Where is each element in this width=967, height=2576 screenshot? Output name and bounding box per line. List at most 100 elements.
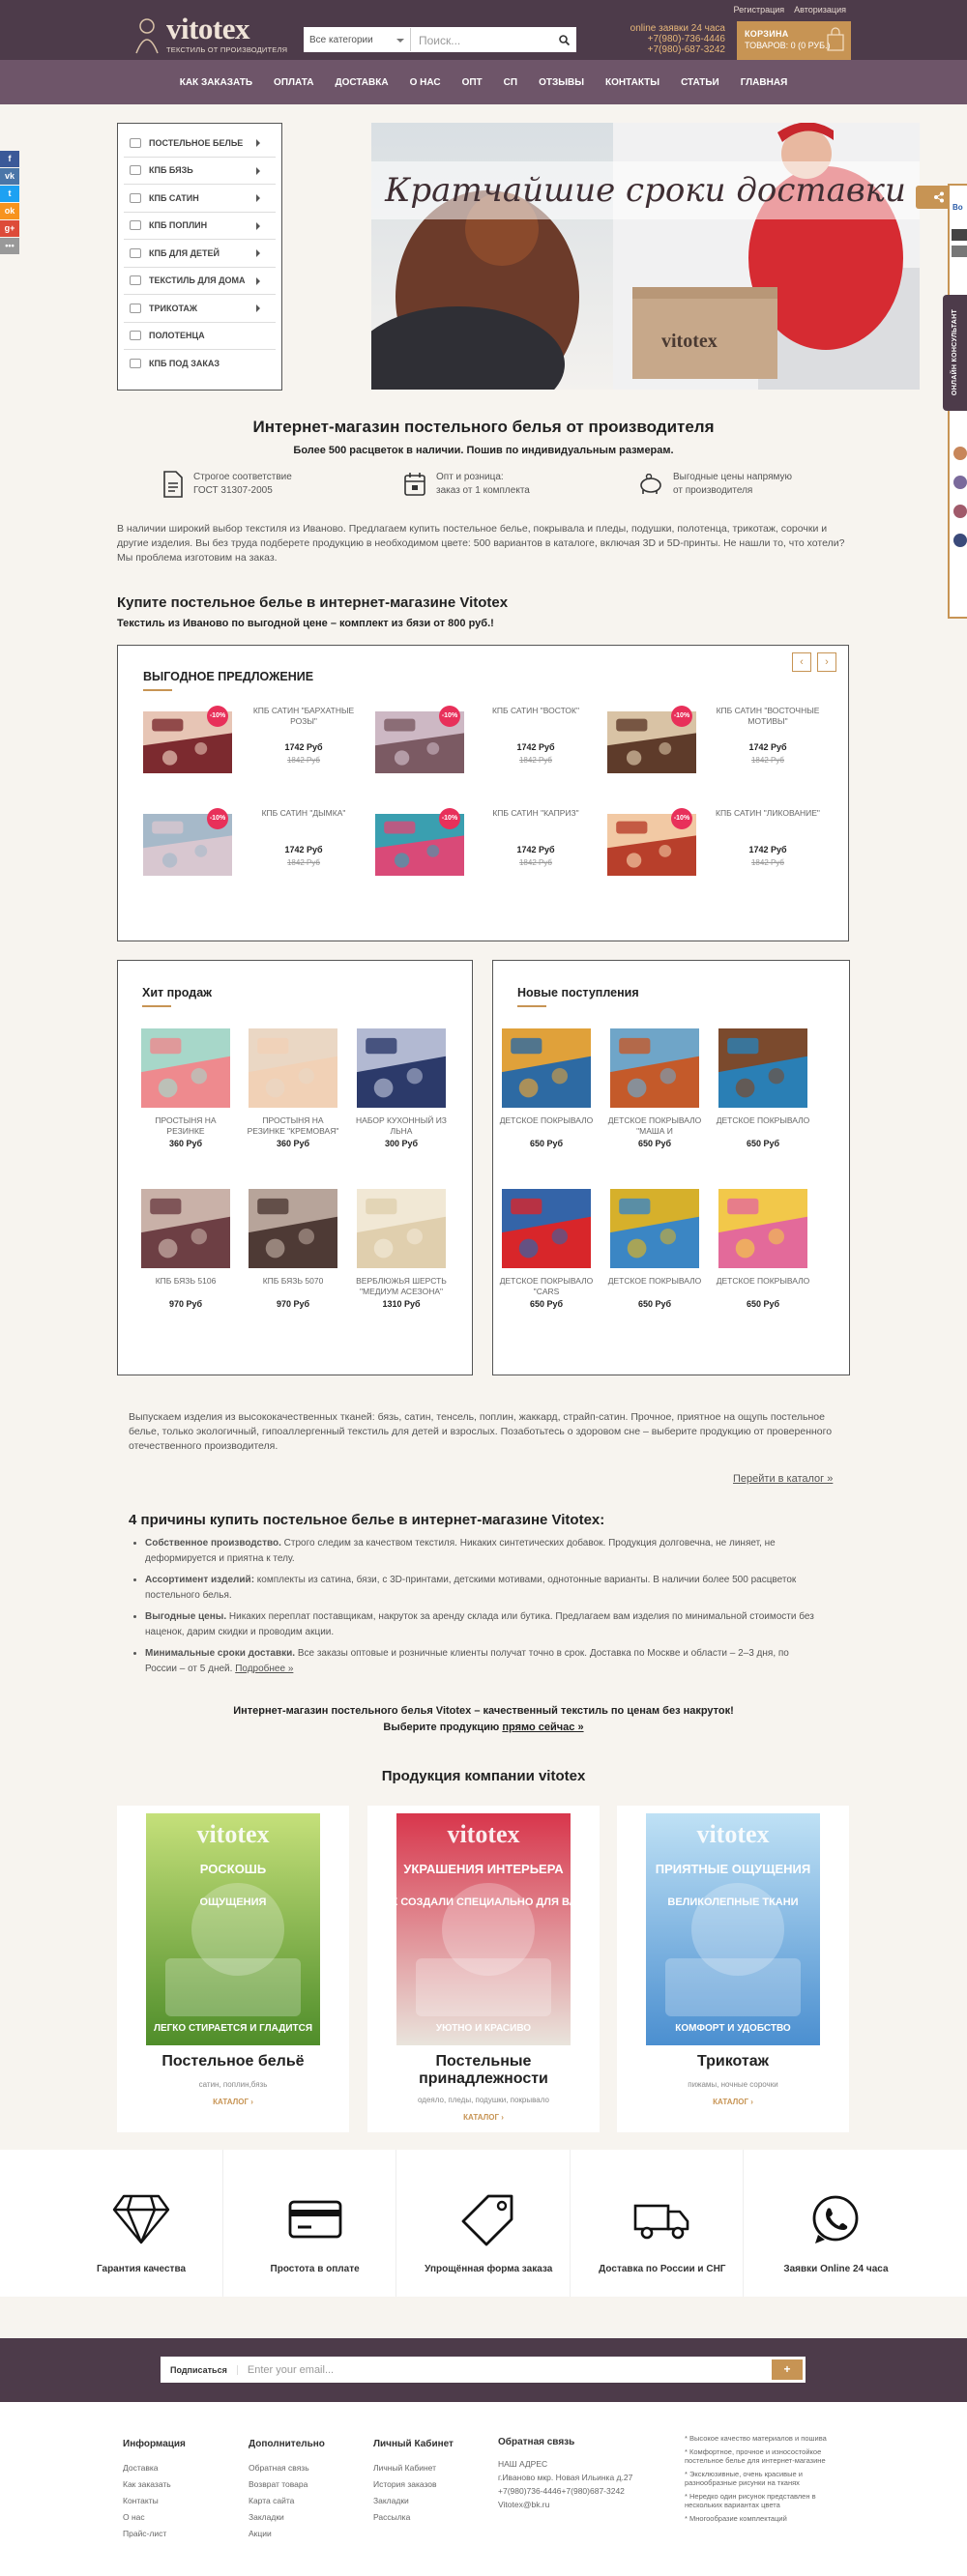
product-image[interactable] [718,1189,807,1268]
catalog-menu-item[interactable]: КПБ ПОД ЗАКАЗ [124,350,276,378]
social-share-button[interactable]: f [0,151,19,167]
search-button[interactable] [552,28,575,51]
email-input[interactable]: Enter your email... [238,2364,772,2376]
social-share-button[interactable]: ••• [0,238,19,254]
online-consultant-tab[interactable]: ОНЛАЙН КОНСУЛЬТАНТ [943,295,967,411]
product-card[interactable]: ДЕТСКОЕ ПОКРЫВАЛО 650 Руб [715,1028,811,1183]
nav-item[interactable]: СП [502,77,519,88]
footer-link[interactable]: История заказов [373,2476,454,2493]
category-catalog-link[interactable]: КАТАЛОГ › [617,2098,849,2106]
footer-link[interactable]: Возврат товара [249,2476,325,2493]
product-name[interactable]: КПБ САТИН "ВОСТОЧНЫЕ МОТИВЫ" [714,706,822,727]
product-card[interactable]: ПРОСТЫНЯ НА РЕЗИНКЕ 360 Руб [137,1028,234,1183]
reasons-more-link[interactable]: Подробнее » [235,1664,293,1674]
product-name[interactable]: ПРОСТЫНЯ НА РЕЗИНКЕ [137,1115,234,1137]
offer-prev-button[interactable]: ‹ [792,652,811,672]
product-card[interactable]: ПРОСТЫНЯ НА РЕЗИНКЕ "КРЕМОВАЯ" 360 Руб [245,1028,341,1183]
social-share-button[interactable]: vk [0,168,19,185]
product-name[interactable]: КПБ БЯЗЬ 5106 [137,1276,234,1287]
social-share-button[interactable]: g+ [0,220,19,237]
search-input[interactable]: Поиск... [411,28,552,51]
product-card[interactable]: ВЕРБЛЮЖЬЯ ШЕРСТЬ "МЕДИУМ АСЕЗОНА" 1310 Ру… [353,1189,450,1344]
product-image[interactable] [718,1028,807,1108]
offer-product[interactable]: -10% КПБ САТИН "ВОСТОК" 1742 Руб 1842 Руб [375,706,593,793]
product-card[interactable]: ДЕТСКОЕ ПОКРЫВАЛО 650 Руб [606,1189,703,1344]
footer-link[interactable]: Как заказать [123,2476,186,2493]
product-name[interactable]: ДЕТСКОЕ ПОКРЫВАЛО [498,1115,595,1126]
category-card[interactable]: vitotex РОСКОШЬ ОЩУЩЕНИЯ ЛЕГКО СТИРАЕТСЯ И … [117,1806,349,2132]
search-category-select[interactable]: Все категории [305,28,411,51]
product-name[interactable]: КПБ САТИН "ДЫМКА" [249,808,358,819]
product-name[interactable]: КПБ САТИН "БАРХАТНЫЕ РОЗЫ" [249,706,358,727]
product-card[interactable]: НАБОР КУХОННЫЙ ИЗ ЛЬНА 300 Руб [353,1028,450,1183]
offer-product[interactable]: -10% КПБ САТИН "ВОСТОЧНЫЕ МОТИВЫ" 1742 Руб… [607,706,825,793]
category-name[interactable]: Постельные принадлежности [367,2053,600,2088]
category-card[interactable]: vitotex УКРАШЕНИЯ ИНТЕРЬЕРА ИХ СОЗДАЛИ СПЕ… [367,1806,600,2132]
category-poster[interactable]: vitotex РОСКОШЬ ОЩУЩЕНИЯ ЛЕГКО СТИРАЕТСЯ И … [146,1813,320,2045]
footer-link[interactable]: Личный Кабинет [373,2460,454,2476]
product-name[interactable]: ВЕРБЛЮЖЬЯ ШЕРСТЬ "МЕДИУМ АСЕЗОНА" [353,1276,450,1297]
catalog-menu-item[interactable]: ПОЛОТЕНЦА [124,323,276,350]
catalog-menu-item[interactable]: ПОСТЕЛЬНОЕ БЕЛЬЕ [124,130,276,158]
nav-item[interactable]: ДОСТАВКА [333,77,390,88]
nav-item[interactable]: ОПТ [460,77,484,88]
footer-link[interactable]: Карта сайта [249,2493,325,2509]
cart-button[interactable]: КОРЗИНА ТОВАРОВ: 0 (0 РУБ.) [737,21,851,60]
social-share-button[interactable]: t [0,186,19,202]
footer-link[interactable]: Прайс-лист [123,2526,186,2542]
catalog-menu-item[interactable]: КПБ САТИН [124,185,276,213]
avatar[interactable] [953,534,967,547]
nav-item[interactable]: КАК ЗАКАЗАТЬ [178,77,254,88]
catalog-link[interactable]: Перейти в каталог » [733,1473,833,1485]
category-name[interactable]: Постельное бельё [117,2053,349,2070]
category-poster[interactable]: vitotex УКРАШЕНИЯ ИНТЕРЬЕРА ИХ СОЗДАЛИ СПЕ… [396,1813,571,2045]
social-share-button[interactable]: ok [0,203,19,219]
product-name[interactable]: КПБ БЯЗЬ 5070 [245,1276,341,1287]
hero-banner[interactable]: vitotex Кратчайшие сроки доставки [371,123,920,390]
product-image[interactable] [357,1028,446,1108]
subscribe-button[interactable]: + [772,2359,803,2380]
category-poster[interactable]: vitotex ПРИЯТНЫЕ ОЩУЩЕНИЯ ВЕЛИКОЛЕПНЫЕ ТКА… [646,1813,820,2045]
footer-link[interactable]: Обратная связь [249,2460,325,2476]
product-name[interactable]: НАБОР КУХОННЫЙ ИЗ ЛЬНА [353,1115,450,1137]
product-name[interactable]: КПБ САТИН "КАПРИЗ" [482,808,590,819]
nav-item[interactable]: ГЛАВНАЯ [739,77,790,88]
register-link[interactable]: Регистрация [734,5,785,14]
footer-link[interactable]: Рассылка [373,2509,454,2526]
product-image[interactable] [357,1189,446,1268]
catalog-menu-item[interactable]: КПБ БЯЗЬ [124,158,276,185]
product-card[interactable]: ДЕТСКОЕ ПОКРЫВАЛО "МАША И 650 Руб [606,1028,703,1183]
product-card[interactable]: КПБ БЯЗЬ 5106 970 Руб [137,1189,234,1344]
product-name[interactable]: ДЕТСКОЕ ПОКРЫВАЛО "МАША И [606,1115,703,1137]
catalog-menu-item[interactable]: ТЕКСТИЛЬ ДЛЯ ДОМА [124,268,276,295]
category-catalog-link[interactable]: КАТАЛОГ › [117,2098,349,2106]
footer-link[interactable]: Закладки [373,2493,454,2509]
avatar[interactable] [953,476,967,489]
offer-product[interactable]: -10% КПБ САТИН "ДЫМКА" 1742 Руб 1842 Руб [143,808,361,895]
phone-1[interactable]: +7(980)-736-4446 [611,34,725,44]
product-card[interactable]: ДЕТСКОЕ ПОКРЫВАЛО "CARS 650 Руб [498,1189,595,1344]
catalog-menu-item[interactable]: КПБ ПОПЛИН [124,213,276,240]
footer-link[interactable]: Закладки [249,2509,325,2526]
product-image[interactable] [249,1028,337,1108]
nav-item[interactable]: ОТЗЫВЫ [537,77,586,88]
category-name[interactable]: Трикотаж [617,2053,849,2070]
catalog-menu-item[interactable]: ТРИКОТАЖ [124,295,276,323]
footer-link[interactable]: Контакты [123,2493,186,2509]
product-image[interactable] [249,1189,337,1268]
cta-link[interactable]: прямо сейчас » [502,1722,583,1733]
product-image[interactable] [610,1189,699,1268]
product-name[interactable]: ДЕТСКОЕ ПОКРЫВАЛО [715,1276,811,1287]
product-name[interactable]: ПРОСТЫНЯ НА РЕЗИНКЕ "КРЕМОВАЯ" [245,1115,341,1137]
nav-item[interactable]: СТАТЬИ [679,77,721,88]
product-image[interactable] [141,1028,230,1108]
product-name[interactable]: КПБ САТИН "ВОСТОК" [482,706,590,716]
product-card[interactable]: КПБ БЯЗЬ 5070 970 Руб [245,1189,341,1344]
footer-link[interactable]: Акции [249,2526,325,2542]
nav-item[interactable]: О НАС [408,77,443,88]
product-name[interactable]: ДЕТСКОЕ ПОКРЫВАЛО [715,1115,811,1126]
footer-link[interactable]: Доставка [123,2460,186,2476]
product-name[interactable]: КПБ САТИН "ЛИКОВАНИЕ" [714,808,822,819]
product-card[interactable]: ДЕТСКОЕ ПОКРЫВАЛО 650 Руб [715,1189,811,1344]
nav-item[interactable]: ОПЛАТА [272,77,315,88]
